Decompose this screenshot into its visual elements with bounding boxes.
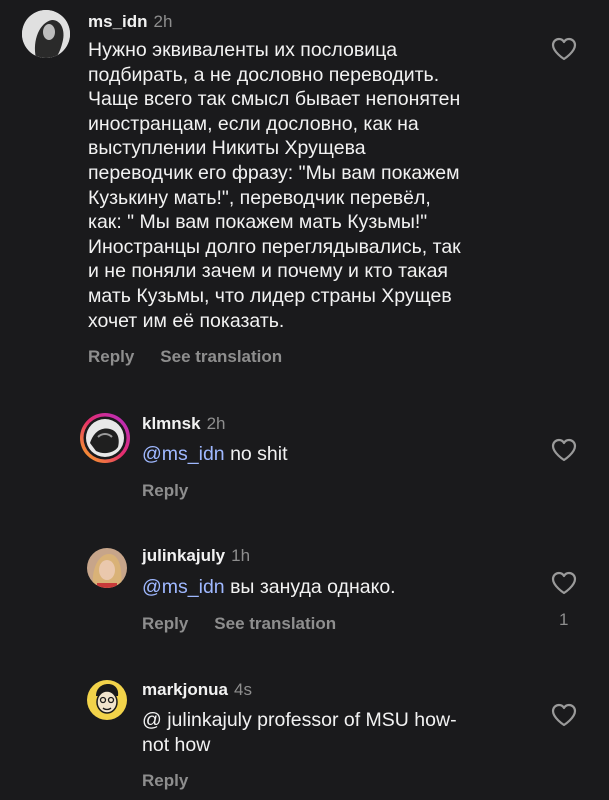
heart-icon[interactable] <box>551 571 577 595</box>
avatar-photo-icon <box>87 548 127 588</box>
username-text[interactable]: ms_idn <box>88 12 148 31</box>
like-count: 1 <box>559 610 569 629</box>
timestamp: 4s <box>233 680 252 699</box>
comment-actions: Reply See translation <box>88 347 282 367</box>
comment-body: no shit <box>224 443 288 465</box>
username[interactable]: julinkajuly 1h <box>142 546 250 566</box>
reply-button[interactable]: Reply <box>88 347 134 366</box>
username-text[interactable]: julinkajuly <box>142 546 225 565</box>
comment-actions: Reply See translation <box>142 614 336 634</box>
heart-icon[interactable] <box>551 37 577 61</box>
username[interactable]: klmnsk 2h <box>142 414 226 434</box>
avatar[interactable] <box>87 680 127 720</box>
avatar[interactable] <box>80 413 130 463</box>
heart-icon[interactable] <box>551 438 577 462</box>
see-translation-button[interactable]: See translation <box>160 347 282 366</box>
reply-button[interactable]: Reply <box>142 481 188 500</box>
username[interactable]: markjonua 4s <box>142 680 252 700</box>
username[interactable]: ms_idn 2h <box>88 12 172 32</box>
username-text[interactable]: klmnsk <box>142 414 201 433</box>
avatar-story-ring-icon <box>83 416 127 460</box>
timestamp: 2h <box>206 414 226 433</box>
reply-button[interactable]: Reply <box>142 771 188 790</box>
reply-button[interactable]: Reply <box>142 614 188 633</box>
see-translation-button[interactable]: See translation <box>214 614 336 633</box>
avatar-cartoon-icon <box>87 680 127 720</box>
comment-text: @ms_idn вы зануда однако. <box>142 575 396 600</box>
timestamp: 2h <box>153 12 173 31</box>
heart-icon[interactable] <box>551 703 577 727</box>
comment-text: Нужно эквиваленты их пословица подбирать… <box>88 39 461 332</box>
avatar[interactable] <box>22 10 70 58</box>
comment-text: @ms_idn no shit <box>142 442 288 467</box>
username-text[interactable]: markjonua <box>142 680 228 699</box>
timestamp: 1h <box>231 546 251 565</box>
mention-link[interactable]: @ms_idn <box>142 576 225 598</box>
avatar[interactable] <box>87 548 127 588</box>
avatar-photo-icon <box>22 10 70 58</box>
comment-actions: Reply <box>142 771 188 791</box>
comment-text: @ julinkajuly professor of MSU how- not … <box>142 709 457 756</box>
comment-body: вы зануда однако. <box>224 576 396 598</box>
mention-link[interactable]: @ms_idn <box>142 443 225 465</box>
comment-actions: Reply <box>142 481 188 501</box>
